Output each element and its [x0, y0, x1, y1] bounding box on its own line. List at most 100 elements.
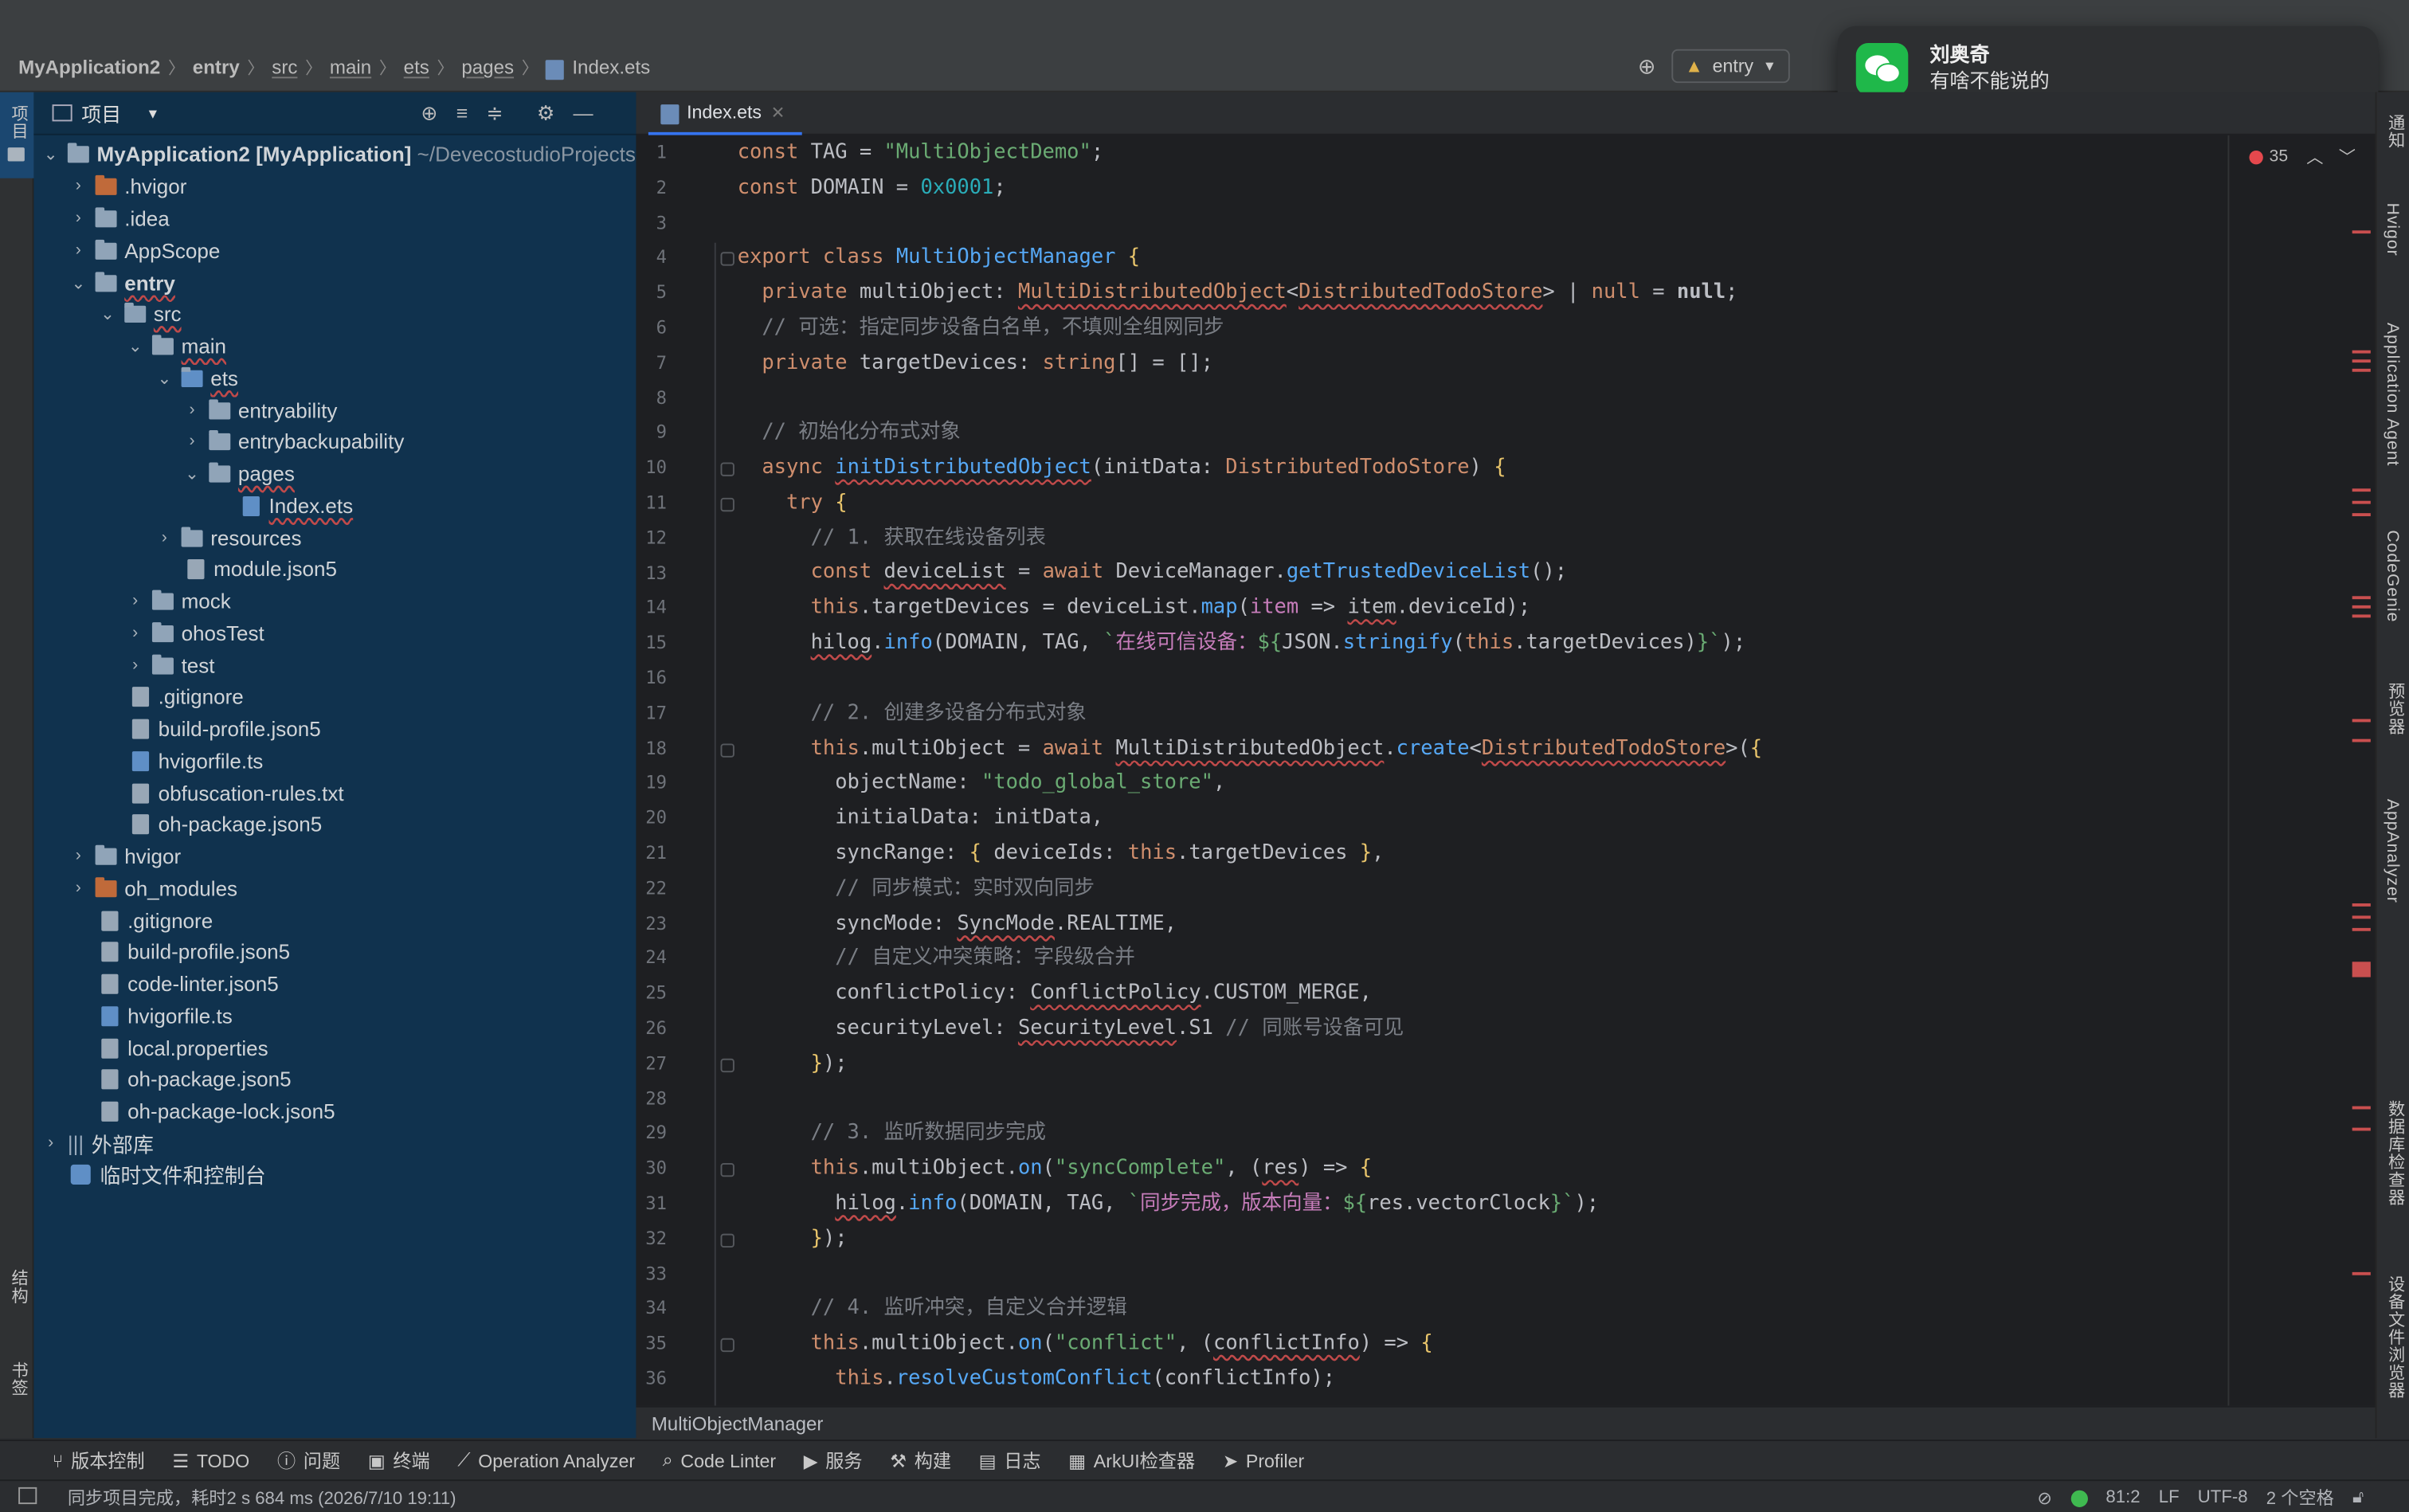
no-device-icon[interactable]: ⊘ — [2037, 1487, 2052, 1509]
log-tab[interactable]: ▤ 日志 — [979, 1447, 1041, 1474]
project-tool-tab[interactable]: 项目 — [6, 104, 31, 139]
tree-item[interactable]: › hvigor — [68, 840, 181, 872]
previewer-tool-tab[interactable]: 预览器 — [2383, 682, 2407, 735]
tree-item[interactable]: ⌄ pages — [182, 458, 295, 489]
collapse-all-icon[interactable]: ≑ — [486, 101, 503, 126]
tree-item[interactable]: ⌄ ets — [154, 362, 238, 394]
tree-item[interactable]: › .idea — [68, 203, 170, 234]
tree-item[interactable]: hvigorfile.ts — [131, 745, 263, 776]
tree-item[interactable]: › entryability — [182, 395, 338, 426]
tree-item[interactable]: module.json5 — [187, 553, 337, 584]
tree-item[interactable]: › AppScope — [68, 235, 221, 266]
lock-icon[interactable]: 🔓︎ — [2352, 1488, 2364, 1508]
list-icon: ☰ — [172, 1449, 190, 1471]
tree-item[interactable]: oh-package.json5 — [131, 808, 322, 839]
breadcrumb-project[interactable]: MyApplication2 — [18, 57, 160, 78]
arkui-inspector-tab[interactable]: ▦ ArkUI检查器 — [1068, 1447, 1195, 1474]
tree-item[interactable]: local.properties — [101, 1032, 268, 1063]
scope-breadcrumb[interactable]: MultiObjectManager — [636, 1405, 2376, 1440]
tree-item[interactable]: › entrybackupability — [182, 425, 404, 456]
tree-item[interactable]: ⌄ main — [124, 331, 226, 362]
file-encoding[interactable]: UTF-8 — [2198, 1489, 2248, 1507]
chevron-up-icon[interactable]: ︿ — [2306, 144, 2323, 169]
profiler-tab[interactable]: ➤ Profiler — [1223, 1450, 1304, 1471]
error-indicator[interactable]: 35 ︿ ﹀ — [2249, 144, 2356, 169]
tree-item[interactable]: obfuscation-rules.txt — [131, 778, 344, 809]
terminal-icon: ▣ — [367, 1449, 386, 1471]
tree-item[interactable]: › .hvigor — [68, 170, 187, 202]
close-icon[interactable]: ✕ — [771, 102, 785, 122]
wechat-icon — [1855, 43, 1909, 96]
tree-item[interactable]: build-profile.json5 — [131, 713, 321, 744]
breadcrumb-ets[interactable]: ets — [404, 57, 429, 78]
target-icon[interactable]: ⊕ — [1638, 53, 1656, 80]
tree-item[interactable]: hvigorfile.ts — [101, 1001, 233, 1032]
tree-item[interactable]: › resources — [154, 523, 302, 554]
operation-analyzer-tab[interactable]: ⟋ Operation Analyzer — [457, 1449, 635, 1472]
caret-position[interactable]: 81:2 — [2105, 1489, 2140, 1507]
notifications-tool-tab[interactable]: 通知 — [2383, 114, 2407, 149]
tree-item[interactable]: code-linter.json5 — [101, 968, 279, 999]
tree-item[interactable]: › ohosTest — [124, 617, 264, 648]
code-editor[interactable]: 1 2 3 4 5 6 7 8 9 10 11 12 13 14 15 16 17 18 19 20 21 22 23 24 2… — [636, 135, 2376, 1406]
tree-item[interactable]: oh-package.json5 — [101, 1063, 292, 1095]
line-number: 21 — [645, 841, 668, 864]
project-panel-title[interactable]: 项目 — [81, 98, 121, 127]
problems-tab[interactable]: ⓘ 问题 — [277, 1447, 340, 1474]
play-icon: ▶ — [803, 1449, 818, 1471]
status-ok-icon[interactable] — [2070, 1489, 2088, 1506]
status-message[interactable]: 同步项目完成，耗时2 s 684 ms (2026/7/10 19:11) — [68, 1486, 456, 1510]
line-number: 17 — [645, 701, 668, 723]
tree-item[interactable]: ⌄ src — [97, 298, 181, 329]
line-number: 35 — [645, 1332, 668, 1354]
hide-icon[interactable]: — — [573, 101, 593, 126]
database-inspector-tool-tab[interactable]: 数据库检查器 — [2383, 1100, 2407, 1206]
tree-item[interactable]: ⌄ entry — [68, 268, 174, 299]
terminal-tab[interactable]: ▣ 终端 — [368, 1447, 430, 1474]
locate-icon[interactable]: ⊕ — [421, 101, 437, 126]
title-bar: MyApplication2 〉 entry 〉 src 〉 main 〉 ets 〉 p… — [0, 0, 2409, 112]
breadcrumb-pages[interactable]: pages — [461, 57, 514, 78]
tree-item[interactable]: 临时文件和控制台 — [70, 1158, 266, 1189]
tree-item[interactable]: .gitignore — [131, 680, 244, 711]
chevron-down-icon[interactable]: ▼ — [146, 105, 159, 120]
gear-icon[interactable]: ⚙ — [537, 101, 554, 126]
chevron-down-icon: ▼ — [1762, 58, 1776, 74]
line-number: 27 — [645, 1052, 668, 1074]
breadcrumb-src[interactable]: src — [272, 57, 297, 78]
tab-index-ets[interactable]: Index.ets ✕ — [648, 92, 802, 135]
structure-tool-tab[interactable]: 结构 — [6, 1269, 31, 1304]
tree-item[interactable]: › ||| 外部库 — [40, 1128, 154, 1159]
version-control-tab[interactable]: ⑂ 版本控制 — [53, 1447, 145, 1474]
tree-item[interactable]: › oh_modules — [68, 872, 237, 903]
tree-item[interactable]: Index.ets — [242, 490, 353, 521]
tree-item[interactable]: › mock — [124, 586, 231, 617]
tree-item[interactable]: oh-package-lock.json5 — [101, 1095, 335, 1126]
breadcrumb-file[interactable]: Index.ets — [572, 57, 650, 78]
application-agent-tool-tab[interactable]: Application Agent — [2383, 323, 2401, 466]
tree-item[interactable]: › test — [124, 650, 214, 681]
line-number: 36 — [645, 1367, 668, 1389]
line-number: 31 — [645, 1192, 668, 1214]
line-separator[interactable]: LF — [2159, 1489, 2180, 1507]
tree-root[interactable]: ⌄ MyApplication2 [MyApplication] ~/Deveco… — [40, 139, 636, 170]
code-linter-tab[interactable]: ⌕ Code Linter — [663, 1449, 776, 1472]
todo-tab[interactable]: ☰ TODO — [172, 1450, 249, 1471]
tree-item[interactable]: build-profile.json5 — [101, 936, 290, 967]
services-tab[interactable]: ▶ 服务 — [804, 1447, 863, 1474]
codegenie-tool-tab[interactable]: CodeGenie — [2383, 530, 2401, 622]
layout-icon[interactable] — [18, 1487, 37, 1505]
line-number: 15 — [645, 632, 668, 654]
bookmarks-tool-tab[interactable]: 书签 — [6, 1361, 31, 1396]
build-tab[interactable]: ⚒ 构建 — [890, 1447, 951, 1474]
breadcrumb-main[interactable]: main — [330, 57, 371, 78]
tree-item[interactable]: .gitignore — [101, 905, 213, 936]
indent-setting[interactable]: 2 个空格 — [2266, 1486, 2334, 1510]
appanalyzer-tool-tab[interactable]: AppAnalyzer — [2383, 799, 2401, 903]
expand-all-icon[interactable]: ≡ — [456, 101, 468, 126]
hvigor-tool-tab[interactable]: Hvigor — [2383, 203, 2401, 257]
breadcrumb-entry[interactable]: entry — [193, 57, 240, 78]
chevron-down-icon[interactable]: ﹀ — [2339, 144, 2356, 169]
run-config-dropdown[interactable]: ▲ entry ▼ — [1671, 49, 1791, 84]
device-file-browser-tool-tab[interactable]: 设备文件浏览器 — [2383, 1275, 2407, 1399]
